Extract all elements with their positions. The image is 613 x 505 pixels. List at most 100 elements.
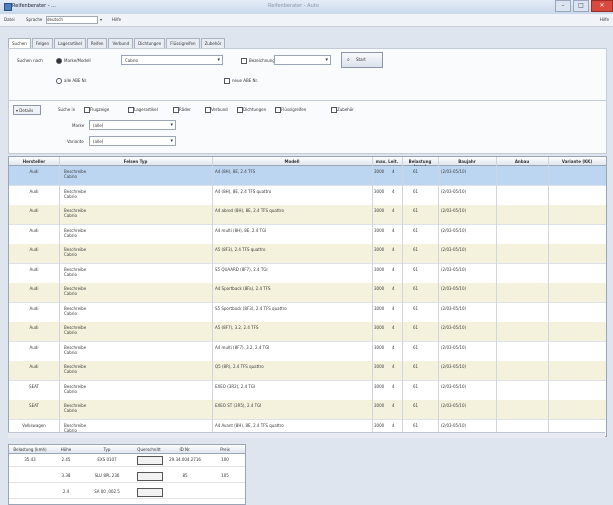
- search-panel: Suchen nach Marke/Modell Cabrio ▾ Bezeic…: [8, 48, 607, 102]
- start-button[interactable]: ⌕ Start: [341, 52, 383, 68]
- table-cell: Beschreibe Cabrio: [64, 247, 87, 257]
- detail-col-typ[interactable]: Typ: [81, 447, 133, 452]
- table-row[interactable]: Audi Beschreibe Cabrio S5 Sportback (8F3),…: [9, 302, 606, 323]
- neue-abe-label: neue ABE Nr.: [232, 78, 259, 83]
- table-cell: Beschreibe Cabrio: [64, 188, 87, 199]
- table-cell: SEAT: [29, 403, 39, 408]
- marke-select[interactable]: (alle) ▾: [89, 120, 176, 130]
- chevron-down-icon[interactable]: ▾: [170, 122, 173, 128]
- table-cell: Beschreibe Cabrio: [64, 169, 87, 179]
- col-baujahr[interactable]: Baujahr: [438, 159, 496, 164]
- menu-hilfe[interactable]: Hilfe: [112, 17, 121, 22]
- table-row[interactable]: Audi Beschreibe Cabrio A4 multi (8H), 8E, …: [9, 224, 606, 245]
- table-cell: 3000: [374, 325, 384, 330]
- table-cell: Audi: [29, 208, 39, 213]
- col-modell[interactable]: Modell: [212, 159, 372, 164]
- table-cell: (2/03-05/10): [441, 422, 467, 428]
- hilfe-right-label[interactable]: Hilfe: [600, 17, 609, 22]
- check-flugzeige-label: Flugzeige: [90, 107, 110, 112]
- detail-cell: EXS 0107: [97, 457, 117, 462]
- table-row[interactable]: Audi Beschreibe Cabrio A4 multi (8F7), 3.2…: [9, 341, 606, 362]
- bezeichnung-input[interactable]: ▾: [274, 55, 331, 65]
- tab-suchen[interactable]: Suchen: [8, 38, 31, 48]
- menu-datei[interactable]: Datei: [4, 17, 15, 22]
- table-cell: (2/03-05/10): [441, 325, 467, 330]
- title-bar: Reifenberater - ... Reifenberater - Auto…: [0, 0, 613, 15]
- menu-bar: Datei Sprache deutsch ▾ Hilfe Hilfe: [0, 14, 613, 27]
- tab-dichtungen[interactable]: Dichtungen: [134, 38, 166, 48]
- close-button[interactable]: ✕: [591, 0, 613, 12]
- detail-row[interactable]: 2.4 SA 00 ,002.5: [9, 486, 245, 499]
- detail-cell: 35.43: [24, 457, 36, 462]
- table-row[interactable]: SEAT Beschreibe Cabrio EXEO ST (3R5), 2.4 …: [9, 400, 606, 420]
- language-select[interactable]: deutsch: [46, 16, 98, 24]
- table-cell: Audi: [29, 247, 39, 252]
- chevron-down-icon[interactable]: ▾: [170, 138, 173, 144]
- detail-col-id[interactable]: ID Nr.: [165, 447, 205, 452]
- table-cell: Audi: [29, 305, 39, 311]
- table-cell: 3000: [374, 169, 384, 174]
- table-cell: A5 (8F3), 2.4 TFS quattro: [215, 247, 266, 252]
- search-label: Suchen nach: [17, 58, 43, 63]
- table-cell: 3000: [374, 208, 384, 213]
- detail-col-querschnitt[interactable]: Querschnitt: [133, 447, 165, 452]
- table-row[interactable]: Audi Beschreibe Cabrio A4 (8H), 8E, 2.4 TF…: [9, 185, 606, 206]
- table-cell: 3000: [374, 227, 384, 233]
- detail-col-belastung[interactable]: Belastung (kmh): [9, 447, 51, 452]
- col-felsen-typ[interactable]: Felsen Typ: [59, 159, 212, 164]
- table-cell: 4: [392, 247, 395, 252]
- table-row[interactable]: Audi Beschreibe Cabrio Q5 (8R), 2.4 TFS qu…: [9, 361, 606, 381]
- tab-reifen[interactable]: Reifen: [86, 38, 108, 48]
- table-cell: Beschreibe Cabrio: [64, 383, 87, 394]
- table-row[interactable]: Audi Beschreibe Cabrio A5 (8F3), 2.4 TFS q…: [9, 244, 606, 264]
- table-row[interactable]: SEAT Beschreibe Cabrio EXEO (3R2), 2.4 TGI…: [9, 380, 606, 401]
- chevron-down-icon[interactable]: ▾: [217, 57, 220, 63]
- minimize-button[interactable]: –: [555, 0, 571, 12]
- maximize-button[interactable]: □: [573, 0, 589, 12]
- table-row[interactable]: Audi Beschreibe Cabrio A4 (8H), 8E, 2.4 TF…: [9, 166, 606, 186]
- table-cell: 4: [392, 227, 395, 233]
- table-cell: 4: [392, 305, 395, 311]
- details-button[interactable]: ▾ Details: [13, 105, 41, 115]
- results-grid[interactable]: Hersteller Felsen Typ Modell max. Leit. …: [8, 156, 607, 437]
- table-row[interactable]: Audi Beschreibe Cabrio A5 (8F7), 3.2, 2.4 …: [9, 322, 606, 342]
- profile-shape-icon: [137, 488, 163, 497]
- tab-zubehoer[interactable]: Zubehör: [200, 38, 226, 48]
- chevron-down-icon[interactable]: ▾: [100, 17, 102, 22]
- table-row[interactable]: Audi Beschreibe Cabrio S5 QUAARD (8F7), 2.…: [9, 263, 606, 284]
- table-row[interactable]: Audi Beschreibe Cabrio A4 Sportback (8Fa),…: [9, 283, 606, 303]
- table-cell: (2/03-05/10): [441, 266, 467, 272]
- chevron-down-icon[interactable]: ▾: [325, 57, 328, 63]
- check-dichtungen-label: Dichtungen: [243, 107, 267, 112]
- radio-abe[interactable]: [56, 78, 62, 84]
- table-cell: (2/03-05/10): [441, 344, 467, 350]
- col-variante[interactable]: Variante (KK): [548, 159, 606, 164]
- col-hersteller[interactable]: Hersteller: [9, 159, 59, 164]
- detail-col-preis[interactable]: Preis: [205, 447, 245, 452]
- tab-verbund[interactable]: Verbund: [108, 38, 134, 48]
- table-row[interactable]: Audi Beschreibe Cabrio A4 abrod (8H), 8E, …: [9, 205, 606, 225]
- variante-select[interactable]: (alle) ▾: [89, 136, 176, 146]
- radio-marke-modell[interactable]: [56, 58, 62, 64]
- horizontal-scrollbar[interactable]: [8, 432, 605, 438]
- model-input[interactable]: Cabrio ▾: [121, 55, 223, 65]
- detail-row[interactable]: 35.43 2.45 EXS 0107 29.34.004.2716 100: [9, 454, 245, 467]
- table-cell: SEAT: [29, 383, 39, 389]
- detail-cell: SA 00 ,002.5: [94, 489, 120, 494]
- menu-sprache[interactable]: Sprache: [26, 17, 42, 22]
- bezeichnung-checkbox[interactable]: [241, 58, 247, 64]
- detail-cell: 29.34.004.2716: [169, 457, 201, 462]
- neue-abe-checkbox[interactable]: [224, 78, 230, 84]
- col-max-leit[interactable]: max. Leit.: [372, 159, 402, 164]
- tab-fluessigreifen[interactable]: Flüssigreifen: [166, 38, 200, 48]
- detail-row[interactable]: 3.38 SLU 8PL 236 85 105: [9, 470, 245, 483]
- tab-lagerartikel[interactable]: Lagerartikel: [54, 38, 86, 48]
- bezeichnung-label: Bezeichnung: [249, 58, 275, 63]
- table-cell: 61: [413, 227, 419, 233]
- variante-select-value: (alle): [93, 139, 104, 144]
- tab-felgen[interactable]: Felgen: [31, 38, 54, 48]
- table-cell: EXEO (3R2), 2.4 TGI: [215, 383, 256, 389]
- col-anbau[interactable]: Anbau: [496, 159, 548, 164]
- detail-col-hoehe[interactable]: Höhe: [51, 447, 81, 452]
- table-cell: (2/03-05/10): [441, 247, 467, 252]
